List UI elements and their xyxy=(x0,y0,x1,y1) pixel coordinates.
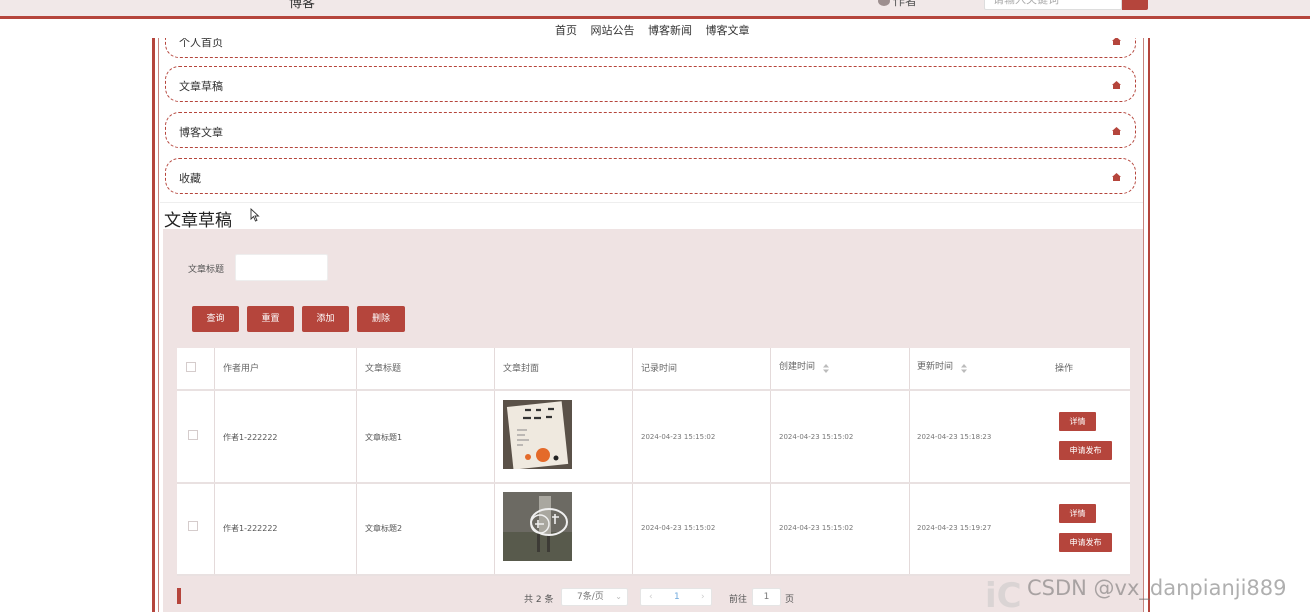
menu-item-label: 文章草稿 xyxy=(179,80,223,93)
goto-label: 前往 xyxy=(729,595,748,605)
site-title[interactable]: 博客 xyxy=(289,0,315,11)
reset-button[interactable]: 重置 xyxy=(247,306,294,332)
chevron-left-icon[interactable]: ‹ xyxy=(649,589,653,605)
frame-border-left-inner xyxy=(158,38,159,612)
page-size-select[interactable]: 7条/页 ⌄ xyxy=(561,588,628,606)
pager-total: 共 2 条 xyxy=(524,595,554,605)
cell-author: 作者1-222222 xyxy=(223,524,278,533)
home-icon xyxy=(1112,127,1121,135)
column-header-author: 作者用户 xyxy=(223,364,260,374)
select-all-checkbox[interactable] xyxy=(186,362,196,372)
column-header-actions: 操作 xyxy=(1055,364,1074,374)
column-divider xyxy=(770,348,771,576)
article-title-input[interactable] xyxy=(235,254,328,281)
row-checkbox[interactable] xyxy=(188,430,198,440)
frame-border-left xyxy=(152,38,155,612)
home-icon xyxy=(1112,37,1121,45)
sort-icon[interactable] xyxy=(823,364,829,373)
cell-title: 文章标题2 xyxy=(365,524,403,533)
page-size-value: 7条/页 xyxy=(577,592,604,602)
cell-created-time: 2024-04-23 15:15:02 xyxy=(779,524,854,532)
menu-item-drafts[interactable]: 文章草稿 xyxy=(165,66,1136,102)
growth-photo-image[interactable] xyxy=(503,492,572,561)
frame-border-right-inner xyxy=(1143,38,1144,612)
cell-updated-time: 2024-04-23 15:19:27 xyxy=(917,524,992,532)
page-unit-label: 页 xyxy=(785,595,795,605)
menu-item-blog-articles[interactable]: 博客文章 xyxy=(165,112,1136,148)
home-icon xyxy=(1112,173,1121,181)
search-input[interactable]: 请输入关键词 xyxy=(984,0,1122,10)
cell-updated-time: 2024-04-23 15:18:23 xyxy=(917,433,992,441)
search-button[interactable] xyxy=(1122,0,1148,10)
cell-author: 作者1-222222 xyxy=(223,433,278,442)
menu-item-label: 收藏 xyxy=(179,172,201,185)
watermark-logo: iC xyxy=(985,576,1022,616)
current-page-number[interactable]: 1 xyxy=(674,589,680,605)
nav-item-blog-news[interactable]: 博客新闻 xyxy=(648,24,692,37)
menu-item-label: 博客文章 xyxy=(179,126,223,139)
delete-button[interactable]: 删除 xyxy=(357,306,405,332)
nav-item-blog-articles[interactable]: 博客文章 xyxy=(706,24,750,37)
sort-icon[interactable] xyxy=(961,364,967,373)
frame-border-right xyxy=(1148,38,1150,612)
home-icon xyxy=(1112,81,1121,89)
apply-publish-button[interactable]: 申请发布 xyxy=(1059,533,1112,552)
cell-record-time: 2024-04-23 15:15:02 xyxy=(641,524,716,532)
chevron-right-icon[interactable]: › xyxy=(701,589,705,605)
column-header-cover: 文章封面 xyxy=(503,364,540,374)
row-checkbox[interactable] xyxy=(188,521,198,531)
cell-created-time: 2024-04-23 15:15:02 xyxy=(779,433,854,441)
column-divider xyxy=(356,348,357,576)
row-divider xyxy=(177,482,1130,484)
column-header-record-time: 记录时间 xyxy=(641,364,678,374)
filter-label: 文章标题 xyxy=(188,265,225,275)
column-header-title: 文章标题 xyxy=(365,364,402,374)
user-name[interactable]: 作者 xyxy=(893,0,917,9)
column-divider xyxy=(909,348,910,576)
csdn-watermark: CSDN @vx_danpianji889 xyxy=(1027,576,1287,600)
column-divider xyxy=(632,348,633,576)
query-button[interactable]: 查询 xyxy=(192,306,239,332)
column-divider xyxy=(494,348,495,576)
apply-publish-button[interactable]: 申请发布 xyxy=(1059,441,1112,460)
pager-accent-bar xyxy=(177,588,181,604)
column-divider xyxy=(214,348,215,576)
detail-button[interactable]: 详情 xyxy=(1059,412,1096,431)
nav-item-announcement[interactable]: 网站公告 xyxy=(591,24,635,37)
column-header-updated-time[interactable]: 更新时间 xyxy=(917,346,953,388)
menu-item-favorites[interactable]: 收藏 xyxy=(165,158,1136,194)
add-button[interactable]: 添加 xyxy=(302,306,349,332)
page-title: 文章草稿 xyxy=(164,211,232,231)
cell-record-time: 2024-04-23 15:15:02 xyxy=(641,433,716,441)
chevron-down-icon: ⌄ xyxy=(615,592,622,601)
goto-page-input[interactable]: 1 xyxy=(752,588,781,606)
column-header-created-time[interactable]: 创建时间 xyxy=(779,346,815,388)
mouse-cursor-icon xyxy=(250,208,260,222)
divider xyxy=(160,202,1143,203)
nav-item-home[interactable]: 首页 xyxy=(555,24,577,37)
detail-button[interactable]: 详情 xyxy=(1059,504,1096,523)
page-number-group: ‹ 1 › xyxy=(640,588,712,606)
cell-title: 文章标题1 xyxy=(365,433,403,442)
main-nav-overlay: 首页 网站公告 博客新闻 博客文章 xyxy=(555,22,760,38)
book-cover-image[interactable] xyxy=(503,400,572,469)
